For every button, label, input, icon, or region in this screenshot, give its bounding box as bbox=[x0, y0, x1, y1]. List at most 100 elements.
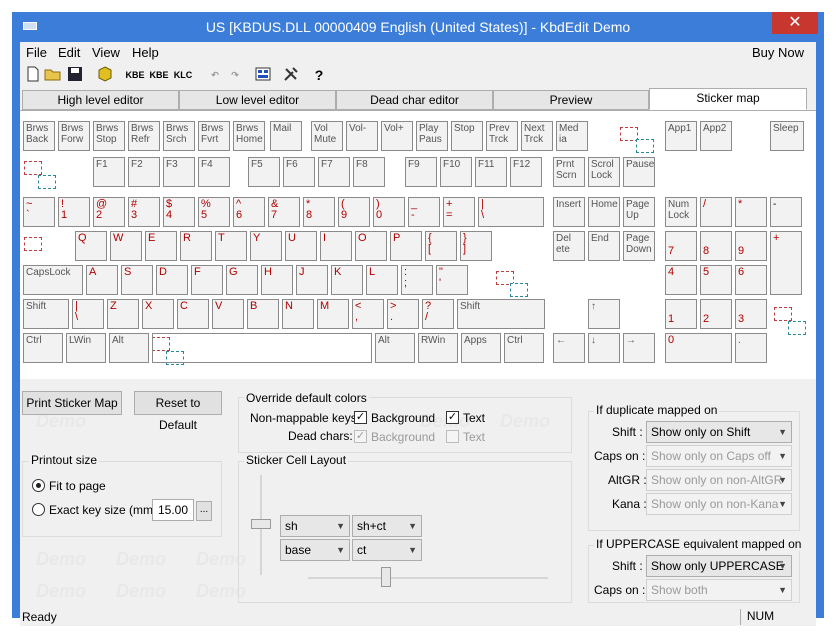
key-right-shift[interactable]: Shift bbox=[457, 299, 545, 329]
key-num-decimal[interactable]: . bbox=[735, 333, 767, 363]
new-file-icon[interactable] bbox=[24, 66, 42, 84]
key-x[interactable]: X bbox=[142, 299, 174, 329]
kbe-export-icon[interactable]: KBE bbox=[124, 66, 146, 84]
dup-altgr-select[interactable]: Show only on non-AltGR ▼ bbox=[646, 469, 792, 491]
key-f7[interactable]: F7 bbox=[318, 157, 350, 187]
key-size-browse-button[interactable]: ... bbox=[196, 501, 212, 521]
key-num-6[interactable]: 6 bbox=[735, 265, 767, 295]
key-arrow-down[interactable]: ↓ bbox=[588, 333, 620, 363]
key-9[interactable]: ( 9 bbox=[338, 197, 370, 227]
key-arrow-right[interactable]: → bbox=[623, 333, 655, 363]
reset-to-default-button[interactable]: Reset to Default bbox=[134, 391, 222, 432]
key-f2[interactable]: F2 bbox=[128, 157, 160, 187]
key-scroll-lock[interactable]: Scrol Lock bbox=[588, 157, 620, 187]
key-num-lock[interactable]: Num Lock bbox=[665, 197, 697, 227]
key-f[interactable]: F bbox=[191, 265, 223, 295]
horizontal-slider-thumb[interactable] bbox=[381, 567, 391, 587]
key-8[interactable]: * 8 bbox=[303, 197, 335, 227]
key-left-shift[interactable]: Shift bbox=[23, 299, 69, 329]
key-f9[interactable]: F9 bbox=[405, 157, 437, 187]
key-o[interactable]: O bbox=[355, 231, 387, 261]
nonmap-text-checkbox[interactable]: ✓ bbox=[446, 411, 459, 424]
tab-dead-char-editor[interactable]: Dead char editor bbox=[336, 90, 493, 110]
key-n[interactable]: N bbox=[282, 299, 314, 329]
key-num-4[interactable]: 4 bbox=[665, 265, 697, 295]
key-end[interactable]: End bbox=[588, 231, 620, 261]
key-a[interactable]: A bbox=[86, 265, 118, 295]
key-t[interactable]: T bbox=[215, 231, 247, 261]
menu-buy-now[interactable]: Buy Now bbox=[752, 45, 804, 60]
exact-key-size-radio[interactable] bbox=[32, 503, 45, 516]
key-browser-refresh[interactable]: Brws Refr bbox=[128, 121, 160, 151]
key-u[interactable]: U bbox=[285, 231, 317, 261]
key-size-input[interactable]: 15.00 bbox=[152, 499, 194, 521]
key-f4[interactable]: F4 bbox=[198, 157, 230, 187]
undo-icon[interactable]: ↶ bbox=[206, 66, 224, 84]
key-period[interactable]: > . bbox=[387, 299, 419, 329]
save-icon[interactable] bbox=[66, 66, 84, 84]
tab-preview[interactable]: Preview bbox=[493, 90, 649, 110]
key-g[interactable]: G bbox=[226, 265, 258, 295]
key-num-multiply[interactable]: * bbox=[735, 197, 767, 227]
key-media-select[interactable]: Med ia bbox=[556, 121, 588, 151]
key-s[interactable]: S bbox=[121, 265, 153, 295]
key-tilde[interactable]: ~ ` bbox=[23, 197, 55, 227]
key-page-up[interactable]: Page Up bbox=[623, 197, 655, 227]
dead-text-checkbox[interactable] bbox=[446, 430, 459, 443]
dup-shift-select[interactable]: Show only on Shift ▼ bbox=[646, 421, 792, 443]
key-num-7[interactable]: 7 bbox=[665, 231, 697, 261]
key-num-divide[interactable]: / bbox=[700, 197, 732, 227]
cell-top-right-select[interactable]: sh+ct ▼ bbox=[352, 515, 422, 537]
key-play-pause[interactable]: Play Paus bbox=[416, 121, 448, 151]
key-d[interactable]: D bbox=[156, 265, 188, 295]
key-num-3[interactable]: 3 bbox=[735, 299, 767, 329]
redo-icon[interactable]: ↷ bbox=[226, 66, 244, 84]
key-browser-favorites[interactable]: Brws Fvrt bbox=[198, 121, 230, 151]
key-browser-forward[interactable]: Brws Forw bbox=[58, 121, 90, 151]
dup-caps-select[interactable]: Show only on Caps off ▼ bbox=[646, 445, 792, 467]
key-m[interactable]: M bbox=[317, 299, 349, 329]
key-right-ctrl[interactable]: Ctrl bbox=[504, 333, 544, 363]
key-num-9[interactable]: 9 bbox=[735, 231, 767, 261]
key-minus[interactable]: _ - bbox=[408, 197, 440, 227]
kbe-save-icon[interactable]: KBE bbox=[148, 66, 170, 84]
help-icon[interactable]: ? bbox=[310, 66, 328, 84]
key-browser-stop[interactable]: Brws Stop bbox=[93, 121, 125, 151]
key-browser-home[interactable]: Brws Home bbox=[233, 121, 265, 151]
key-i[interactable]: I bbox=[320, 231, 352, 261]
key-right-win[interactable]: RWin bbox=[418, 333, 458, 363]
key-num-0[interactable]: 0 bbox=[665, 333, 732, 363]
key-f11[interactable]: F11 bbox=[475, 157, 507, 187]
key-f5[interactable]: F5 bbox=[248, 157, 280, 187]
key-semicolon[interactable]: : ; bbox=[401, 265, 433, 295]
cell-bottom-left-select[interactable]: base ▼ bbox=[280, 539, 350, 561]
tab-low-level-editor[interactable]: Low level editor bbox=[179, 90, 336, 110]
key-left-win[interactable]: LWin bbox=[66, 333, 106, 363]
key-prev-track[interactable]: Prev Trck bbox=[486, 121, 518, 151]
key-browser-back[interactable]: Brws Back bbox=[23, 121, 55, 151]
key-z[interactable]: Z bbox=[107, 299, 139, 329]
key-e[interactable]: E bbox=[145, 231, 177, 261]
key-caps-lock[interactable]: CapsLock bbox=[23, 265, 83, 295]
cell-top-left-select[interactable]: sh ▼ bbox=[280, 515, 350, 537]
menu-edit[interactable]: Edit bbox=[58, 45, 80, 60]
key-volume-up[interactable]: Vol+ bbox=[381, 121, 413, 151]
dup-kana-select[interactable]: Show only on non-Kana ▼ bbox=[646, 493, 792, 515]
key-arrow-left[interactable]: ← bbox=[553, 333, 585, 363]
keyboard-layout-icon[interactable] bbox=[254, 66, 272, 84]
key-num-8[interactable]: 8 bbox=[700, 231, 732, 261]
open-folder-icon[interactable] bbox=[44, 66, 62, 84]
key-backslash[interactable]: | \ bbox=[478, 197, 544, 227]
tab-sticker-map[interactable]: Sticker map bbox=[649, 88, 807, 110]
key-apps[interactable]: Apps bbox=[461, 333, 501, 363]
menu-help[interactable]: Help bbox=[132, 45, 159, 60]
tab-high-level-editor[interactable]: High level editor bbox=[22, 90, 179, 110]
key-home[interactable]: Home bbox=[588, 197, 620, 227]
key-num-5[interactable]: 5 bbox=[700, 265, 732, 295]
key-3[interactable]: # 3 bbox=[128, 197, 160, 227]
key-print-screen[interactable]: Prnt Scrn bbox=[553, 157, 585, 187]
key-equals[interactable]: + = bbox=[443, 197, 475, 227]
dead-background-checkbox[interactable]: ✓ bbox=[354, 430, 367, 443]
key-p[interactable]: P bbox=[390, 231, 422, 261]
key-delete[interactable]: Del ete bbox=[553, 231, 585, 261]
